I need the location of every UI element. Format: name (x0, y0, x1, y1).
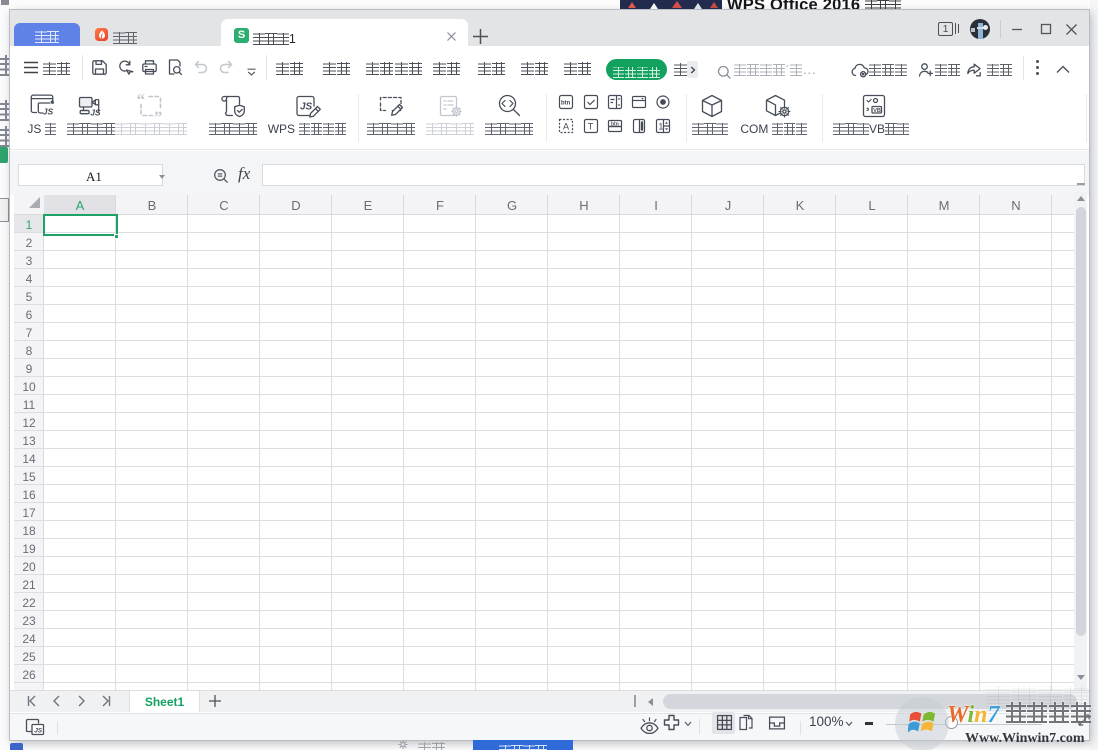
svg-text:btn: btn (611, 122, 619, 128)
svg-text:btn: btn (561, 101, 571, 107)
svg-text:JS: JS (34, 728, 43, 735)
svg-text:„: „ (154, 99, 163, 118)
svg-text:JS: JS (90, 108, 101, 118)
svg-text:“: “ (137, 92, 146, 109)
svg-text:A: A (563, 122, 569, 132)
svg-text:T: T (588, 122, 594, 132)
svg-text:VB: VB (873, 108, 881, 114)
svg-text:JS: JS (300, 102, 313, 113)
svg-text:JS: JS (43, 106, 54, 116)
